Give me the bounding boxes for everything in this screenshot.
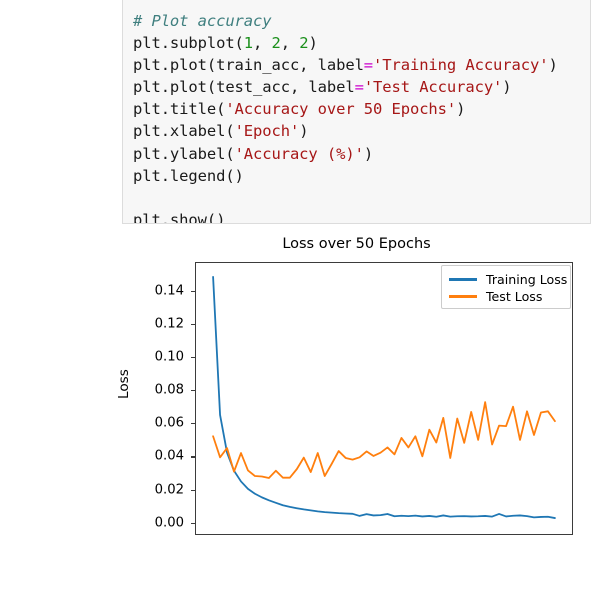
code-line: plt.title('Accuracy over 50 Epochs') (133, 98, 590, 120)
code-token: plt.xlabel( (133, 122, 235, 141)
code-token: ) (363, 144, 374, 163)
code-token: plt.title( (133, 100, 226, 119)
code-line: plt.plot(test_acc, label='Test Accuracy'… (133, 76, 590, 98)
y-tick-label: 0.00 (154, 515, 184, 531)
legend-color-swatch (449, 295, 477, 298)
code-token: 'Accuracy over 50 Epochs' (225, 100, 457, 119)
chart-legend[interactable]: Training Loss Test Loss (441, 265, 571, 309)
code-token: , (253, 34, 272, 53)
code-line: plt.legend() (133, 165, 590, 187)
legend-entry-test-loss: Test Loss (449, 288, 563, 305)
chart-title: Loss over 50 Epochs (282, 236, 431, 252)
code-token: 2 (271, 34, 281, 53)
code-line: plt.show() (133, 209, 590, 224)
y-tick-label: 0.14 (154, 283, 184, 299)
matplotlib-figure: Loss over 50 Epochs Loss Epoch 0.000.020… (116, 228, 591, 591)
y-tick-label: 0.04 (154, 448, 184, 464)
series-line-training-loss (213, 277, 555, 518)
code-token: plt.legend() (133, 166, 244, 185)
code-token: plt.show() (133, 210, 226, 224)
code-source-text[interactable]: # Plot accuracy plt.subplot(1, 2, 2) plt.p… (123, 0, 590, 224)
notebook-output-page: # Plot accuracy plt.subplot(1, 2, 2) plt.p… (0, 0, 591, 591)
y-tick-label: 0.06 (154, 415, 184, 431)
code-token: # Plot accuracy (133, 12, 272, 30)
code-line: plt.subplot(1, 2, 2) (133, 32, 590, 54)
code-line: plt.ylabel('Accuracy (%)') (133, 143, 590, 165)
legend-label: Training Loss (486, 272, 568, 287)
code-token: ) (299, 122, 309, 141)
code-token: , (280, 34, 300, 53)
code-token: ) (502, 78, 512, 97)
y-tick-label: 0.08 (154, 382, 184, 398)
code-line: # Plot accuracy (133, 10, 590, 32)
code-token: ) (308, 34, 318, 53)
y-tick-label: 0.02 (154, 482, 184, 497)
code-token: plt.plot(test_acc, label (133, 78, 355, 97)
code-token: plt.subplot( (133, 34, 244, 53)
code-token: 'Accuracy (%)' (234, 144, 364, 163)
code-token: 1 (243, 34, 254, 53)
code-token: ) (548, 56, 558, 75)
code-line: plt.plot(train_acc, label='Training Accu… (133, 54, 590, 76)
y-tick-label: 0.12 (154, 316, 184, 332)
y-tick-label: 0.10 (154, 349, 184, 365)
code-line: plt.xlabel('Epoch') (133, 120, 590, 142)
series-line-test-loss (213, 402, 555, 478)
legend-color-swatch (449, 278, 477, 281)
code-token: plt.ylabel( (133, 144, 235, 163)
code-token: = (354, 78, 364, 97)
legend-entry-training-loss: Training Loss (449, 271, 567, 288)
code-token: 'Training Accuracy' (373, 56, 549, 75)
code-token: plt.plot(train_acc, label (133, 56, 364, 75)
code-token: 'Epoch' (234, 122, 300, 141)
code-token: 'Test Accuracy' (363, 78, 503, 97)
code-token: = (363, 56, 374, 75)
code-token: ) (456, 100, 466, 119)
legend-label: Test Loss (486, 289, 543, 304)
code-cell[interactable]: # Plot accuracy plt.subplot(1, 2, 2) plt.p… (122, 0, 591, 224)
